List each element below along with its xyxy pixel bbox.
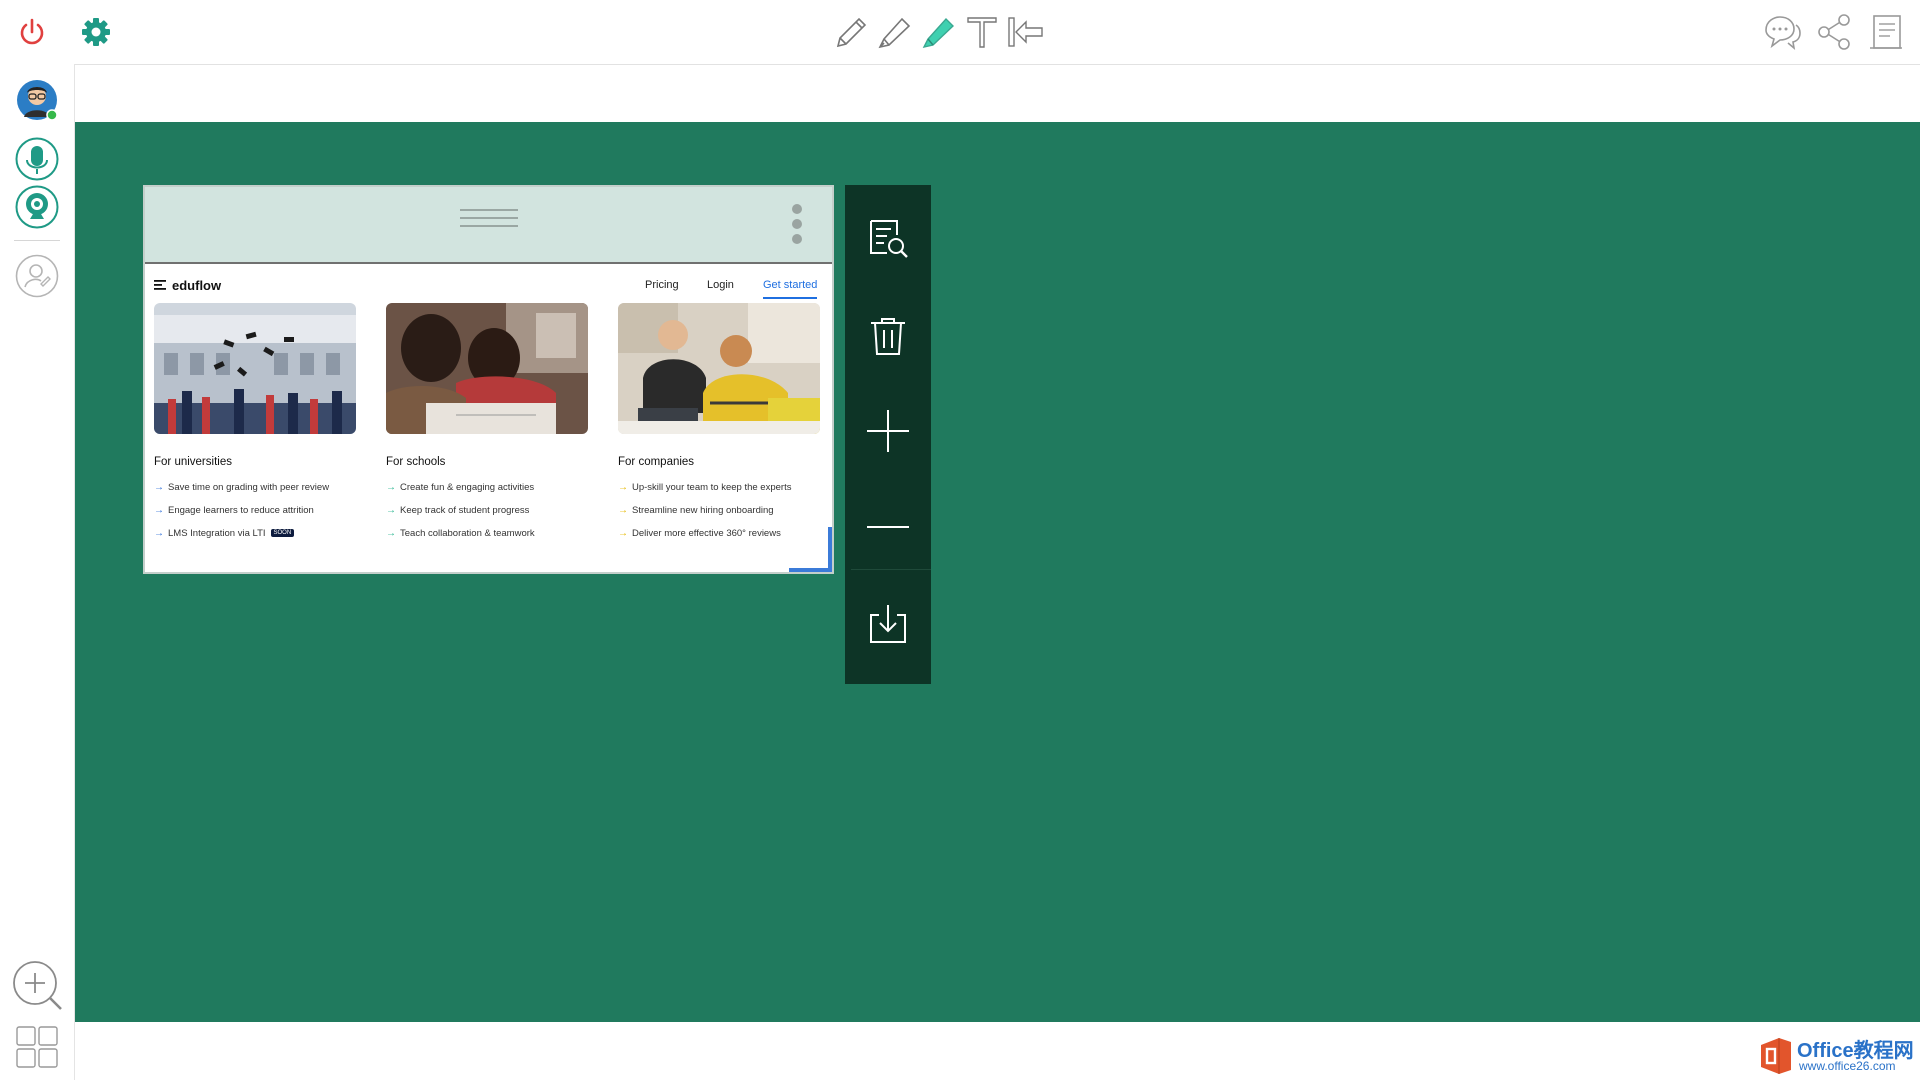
- back-arrow-icon[interactable]: [1006, 12, 1046, 52]
- search-doc-button[interactable]: [845, 196, 931, 284]
- arrow-icon: →: [154, 482, 164, 493]
- audience-column-companies: For companies → Up-skill your team to kee…: [618, 303, 820, 539]
- feature-item: → Save time on grading with peer review: [154, 482, 330, 493]
- graduation-photo: [154, 303, 356, 434]
- nav-link-get-started[interactable]: Get started: [763, 279, 818, 299]
- search-doc-icon: [865, 215, 911, 266]
- pencil-icon[interactable]: [830, 12, 870, 52]
- avatar[interactable]: [16, 79, 58, 121]
- kebab-dot[interactable]: [792, 204, 802, 214]
- zoom-in-icon[interactable]: [11, 959, 65, 1013]
- screenshot-clip[interactable]: eduflow Pricing Login Get started For un…: [143, 185, 834, 574]
- sidebar-divider: [14, 240, 60, 241]
- office-logo-icon: [1757, 1036, 1795, 1076]
- brand-url: www.office26.com: [1799, 1059, 1896, 1073]
- highlighter-icon[interactable]: [918, 12, 958, 52]
- resize-handle[interactable]: [789, 568, 832, 572]
- download-button[interactable]: [845, 582, 931, 670]
- arrow-icon: →: [386, 528, 396, 539]
- arrow-icon: →: [386, 505, 396, 516]
- arrow-icon: →: [618, 482, 628, 493]
- minus-icon: [865, 504, 911, 555]
- top-toolbar: [0, 0, 1920, 65]
- chat-icon[interactable]: [1762, 12, 1802, 52]
- zoom-in-button[interactable]: [845, 389, 931, 477]
- download-icon: [865, 601, 911, 652]
- arrow-icon: →: [618, 528, 628, 539]
- resize-handle[interactable]: [828, 527, 832, 572]
- power-icon[interactable]: [16, 16, 48, 48]
- plus-icon: [865, 408, 911, 459]
- arrow-icon: →: [386, 482, 396, 493]
- students-photo: [386, 303, 588, 434]
- bottom-bar: [75, 1022, 1920, 1080]
- left-sidebar: [0, 64, 75, 1080]
- marker-icon[interactable]: [874, 12, 914, 52]
- watermark-brand: Office教程网 www.office26.com: [1757, 1030, 1920, 1080]
- column-title: For universities: [154, 456, 232, 468]
- eduflow-logo-icon: [154, 279, 166, 291]
- column-title: For schools: [386, 456, 446, 468]
- feature-item: → Create fun & engaging activities: [386, 482, 535, 493]
- arrow-icon: →: [618, 505, 628, 516]
- feature-item: → Teach collaboration & teamwork: [386, 528, 535, 539]
- kebab-dot[interactable]: [792, 219, 802, 229]
- feature-item: → Keep track of student progress: [386, 505, 530, 516]
- clip-tool-panel: [845, 185, 931, 684]
- user-add-icon[interactable]: [15, 254, 59, 298]
- office-team-photo: [618, 303, 820, 434]
- clip-drag-header[interactable]: [145, 187, 832, 264]
- feature-item: → Engage learners to reduce attrition: [154, 505, 314, 516]
- site-logo[interactable]: eduflow: [172, 278, 221, 293]
- kebab-dot[interactable]: [792, 234, 802, 244]
- nav-link-login[interactable]: Login: [707, 279, 734, 291]
- column-title: For companies: [618, 456, 695, 468]
- audience-column-universities: For universities → Save time on grading w…: [154, 303, 356, 539]
- soon-badge: SOON: [270, 529, 295, 538]
- canvas-header-strip: [75, 65, 1920, 122]
- text-icon[interactable]: [962, 12, 1002, 52]
- drag-handle[interactable]: [460, 225, 518, 227]
- arrow-icon: →: [154, 528, 164, 539]
- microphone-icon[interactable]: [15, 137, 59, 181]
- drag-handle[interactable]: [460, 217, 518, 219]
- panel-divider: [851, 569, 931, 570]
- feature-item: → Deliver more effective 360° reviews: [618, 528, 781, 539]
- share-icon[interactable]: [1814, 12, 1854, 52]
- site-navbar: eduflow Pricing Login Get started: [145, 264, 832, 302]
- grid-view-icon[interactable]: [16, 1026, 58, 1068]
- gear-icon[interactable]: [80, 16, 112, 48]
- feature-item: → LMS Integration via LTI SOON: [154, 528, 295, 539]
- feature-item: → Up-skill your team to keep the experts: [618, 482, 792, 493]
- delete-button[interactable]: [845, 294, 931, 382]
- drag-handle[interactable]: [460, 209, 518, 211]
- notes-icon[interactable]: [1866, 12, 1906, 52]
- feature-item: → Streamline new hiring onboarding: [618, 505, 774, 516]
- trash-icon: [865, 313, 911, 364]
- audience-column-schools: For schools → Create fun & engaging activ…: [386, 303, 588, 539]
- nav-link-pricing[interactable]: Pricing: [645, 279, 679, 291]
- zoom-out-button[interactable]: [845, 485, 931, 573]
- webcam-icon[interactable]: [15, 185, 59, 229]
- arrow-icon: →: [154, 505, 164, 516]
